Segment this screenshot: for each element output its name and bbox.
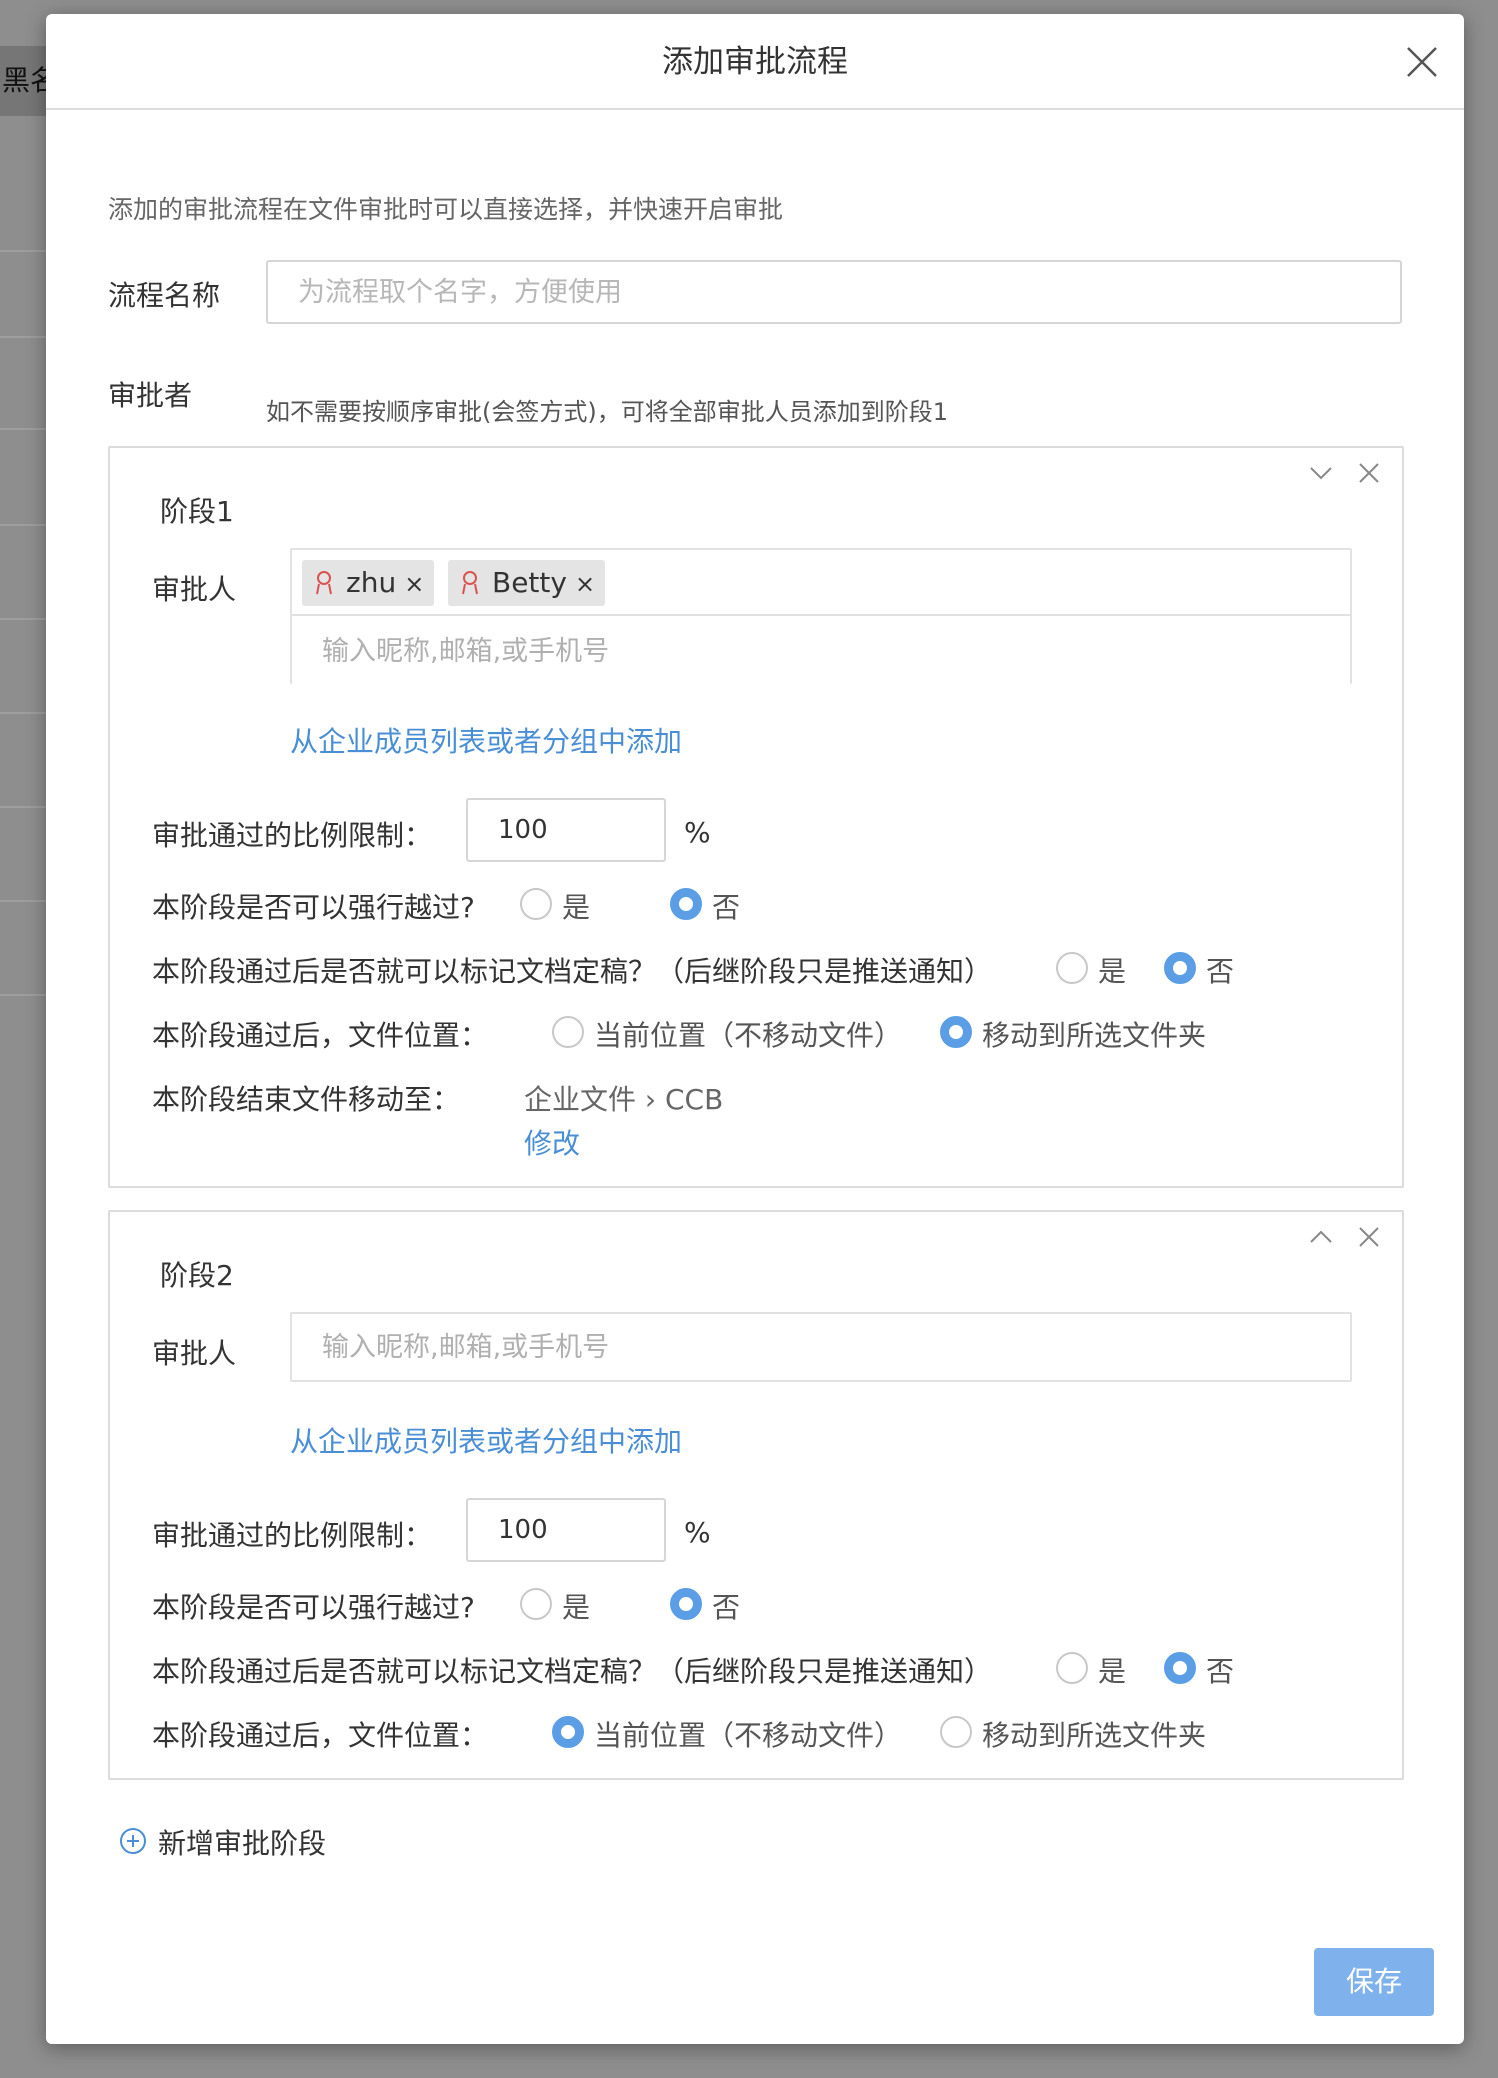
- radio-label: 否: [1206, 1655, 1235, 1688]
- background-tab: 黑名: [0, 46, 48, 116]
- skip-no-radio[interactable]: [670, 1588, 702, 1620]
- approver-label: 审批人: [152, 1337, 237, 1370]
- chevron-down-icon[interactable]: [1306, 458, 1336, 488]
- remove-approver-button[interactable]: ×: [575, 570, 595, 598]
- move-to-label: 本阶段结束文件移动至：: [152, 1083, 461, 1116]
- approvers-hint: 如不需要按顺序审批(会签方式)，可将全部审批人员添加到阶段1: [266, 398, 948, 426]
- ratio-input[interactable]: [466, 1498, 666, 1562]
- background-divider: [0, 806, 48, 808]
- background-divider: [0, 336, 48, 338]
- background-divider: [0, 994, 48, 996]
- location-current-radio[interactable]: [552, 1716, 584, 1748]
- flow-name-label: 流程名称: [108, 279, 221, 312]
- location-label: 本阶段通过后，文件位置：: [152, 1719, 489, 1752]
- add-approval-flow-dialog: 添加审批流程 添加的审批流程在文件审批时可以直接选择，并快速开启审批 流程名称 …: [46, 14, 1464, 2044]
- stage-1-panel: 阶段1 审批人 zhu × Betty × 输入昵称,邮箱,或手机号 从企业成员…: [108, 446, 1404, 1188]
- ratio-label: 审批通过的比例限制：: [152, 819, 433, 852]
- user-icon: [316, 571, 332, 595]
- stage-2-panel: 阶段2 审批人 从企业成员列表或者分组中添加 审批通过的比例限制： % 本阶段是…: [108, 1210, 1404, 1780]
- add-from-org-link[interactable]: 从企业成员列表或者分组中添加: [290, 1420, 682, 1460]
- radio-label: 否: [712, 891, 741, 924]
- add-from-org-link[interactable]: 从企业成员列表或者分组中添加: [290, 720, 682, 760]
- close-icon[interactable]: [1404, 44, 1440, 80]
- ratio-unit: %: [684, 816, 711, 849]
- approver-search-input[interactable]: [290, 1312, 1352, 1382]
- background-divider: [0, 712, 48, 714]
- chevron-up-icon[interactable]: [1306, 1222, 1336, 1252]
- ratio-input[interactable]: [466, 798, 666, 862]
- radio-label: 是: [562, 1591, 591, 1624]
- approver-label: 审批人: [152, 573, 237, 606]
- skip-label: 本阶段是否可以强行越过?: [152, 891, 475, 924]
- radio-label: 是: [1098, 955, 1127, 988]
- ratio-label: 审批通过的比例限制：: [152, 1519, 433, 1552]
- approvers-label: 审批者: [108, 379, 193, 412]
- ratio-unit: %: [684, 1516, 711, 1549]
- radio-label: 是: [562, 891, 591, 924]
- background-divider: [0, 618, 48, 620]
- background-divider: [0, 250, 48, 252]
- radio-label: 否: [1206, 955, 1235, 988]
- approver-name: Betty: [492, 566, 567, 599]
- approver-name: zhu: [346, 566, 397, 599]
- radio-label: 移动到所选文件夹: [982, 1719, 1207, 1752]
- approver-search-input[interactable]: [292, 616, 1350, 686]
- close-icon[interactable]: [1354, 1222, 1384, 1252]
- skip-yes-radio[interactable]: [520, 1588, 552, 1620]
- skip-label: 本阶段是否可以强行越过?: [152, 1591, 475, 1624]
- remove-approver-button[interactable]: ×: [404, 570, 424, 598]
- finalize-label: 本阶段通过后是否就可以标记文档定稿？（后继阶段只是推送通知）: [152, 1655, 993, 1688]
- radio-label: 否: [712, 1591, 741, 1624]
- radio-label: 当前位置（不移动文件）: [594, 1719, 903, 1752]
- finalize-no-radio[interactable]: [1164, 952, 1196, 984]
- background-divider: [0, 524, 48, 526]
- finalize-no-radio[interactable]: [1164, 1652, 1196, 1684]
- radio-label: 当前位置（不移动文件）: [594, 1019, 903, 1052]
- dialog-description: 添加的审批流程在文件审批时可以直接选择，并快速开启审批: [108, 195, 784, 224]
- dialog-title: 添加审批流程: [662, 44, 848, 80]
- approver-tag: zhu ×: [302, 560, 435, 606]
- approver-tag: Betty ×: [448, 560, 606, 606]
- close-icon[interactable]: [1354, 458, 1384, 488]
- stage-title: 阶段2: [160, 1259, 234, 1292]
- location-label: 本阶段通过后，文件位置：: [152, 1019, 489, 1052]
- plus-circle-icon: [120, 1828, 146, 1854]
- finalize-label: 本阶段通过后是否就可以标记文档定稿？（后继阶段只是推送通知）: [152, 955, 993, 988]
- approver-tag-box[interactable]: zhu × Betty ×: [290, 548, 1352, 686]
- background-divider: [0, 428, 48, 430]
- radio-label: 是: [1098, 1655, 1127, 1688]
- stage-title: 阶段1: [160, 495, 234, 528]
- location-move-radio[interactable]: [940, 1016, 972, 1048]
- finalize-yes-radio[interactable]: [1056, 952, 1088, 984]
- background-divider: [0, 900, 48, 902]
- location-current-radio[interactable]: [552, 1016, 584, 1048]
- modify-link[interactable]: 修改: [524, 1122, 580, 1162]
- add-stage-label: 新增审批阶段: [158, 1827, 327, 1860]
- dialog-header: 添加审批流程: [46, 14, 1464, 110]
- skip-yes-radio[interactable]: [520, 888, 552, 920]
- flow-name-input[interactable]: [266, 260, 1402, 324]
- move-to-path: 企业文件 › CCB: [524, 1083, 724, 1116]
- radio-label: 移动到所选文件夹: [982, 1019, 1207, 1052]
- finalize-yes-radio[interactable]: [1056, 1652, 1088, 1684]
- save-button[interactable]: 保存: [1314, 1948, 1434, 2016]
- user-icon: [462, 571, 478, 595]
- skip-no-radio[interactable]: [670, 888, 702, 920]
- location-move-radio[interactable]: [940, 1716, 972, 1748]
